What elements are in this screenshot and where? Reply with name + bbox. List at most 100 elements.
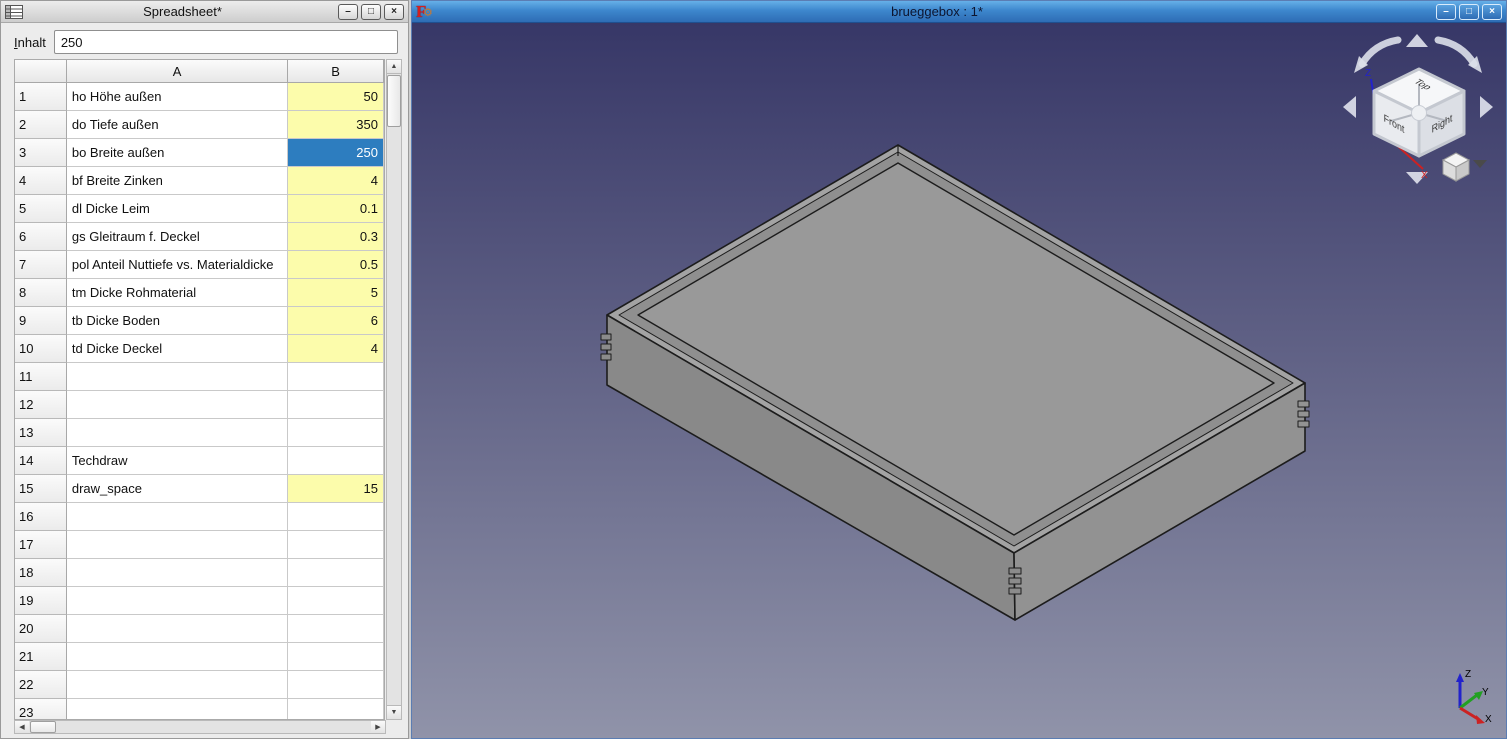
scroll-up-button[interactable]: ▲ — [387, 60, 401, 74]
row-header-9[interactable]: 9 — [15, 307, 67, 335]
row-header-5[interactable]: 5 — [15, 195, 67, 223]
cell-b22[interactable] — [288, 671, 384, 699]
row-header-12[interactable]: 12 — [15, 391, 67, 419]
cell-a15[interactable]: draw_space — [67, 475, 288, 503]
rotate-right-arrow[interactable] — [1438, 40, 1474, 64]
mini-cube-icon[interactable] — [1443, 153, 1469, 181]
row-header-3[interactable]: 3 — [15, 139, 67, 167]
view-maximize-button[interactable]: □ — [1459, 4, 1479, 20]
horizontal-scroll-thumb[interactable] — [30, 721, 56, 733]
cell-b21[interactable] — [288, 643, 384, 671]
close-button[interactable]: × — [384, 4, 404, 20]
cell-a11[interactable] — [67, 363, 288, 391]
view-minimize-button[interactable]: – — [1436, 4, 1456, 20]
cell-a2[interactable]: do Tiefe außen — [67, 111, 288, 139]
row-header-11[interactable]: 11 — [15, 363, 67, 391]
cell-a8[interactable]: tm Dicke Rohmaterial — [67, 279, 288, 307]
cell-b16[interactable] — [288, 503, 384, 531]
cell-b11[interactable] — [288, 363, 384, 391]
cell-b13[interactable] — [288, 419, 384, 447]
scroll-left-button[interactable]: ◀ — [15, 721, 29, 733]
cell-a22[interactable] — [67, 671, 288, 699]
row-header-2[interactable]: 2 — [15, 111, 67, 139]
cell-a14[interactable]: Techdraw — [67, 447, 288, 475]
cell-a13[interactable] — [67, 419, 288, 447]
navigation-cube[interactable]: Z X Top Front Right — [1336, 28, 1500, 194]
cell-b9[interactable]: 6 — [288, 307, 384, 335]
cell-a1[interactable]: ho Höhe außen — [67, 83, 288, 111]
cell-b2[interactable]: 350 — [288, 111, 384, 139]
nav-menu-dropdown-icon[interactable] — [1473, 160, 1487, 168]
cell-b6[interactable]: 0.3 — [288, 223, 384, 251]
row-header-21[interactable]: 21 — [15, 643, 67, 671]
cell-a16[interactable] — [67, 503, 288, 531]
cell-b19[interactable] — [288, 587, 384, 615]
cell-a20[interactable] — [67, 615, 288, 643]
nav-left-arrow[interactable] — [1343, 96, 1356, 118]
cell-b15[interactable]: 15 — [288, 475, 384, 503]
scroll-down-button[interactable]: ▼ — [387, 705, 401, 719]
cell-b17[interactable] — [288, 531, 384, 559]
row-header-23[interactable]: 23 — [15, 699, 67, 720]
row-header-4[interactable]: 4 — [15, 167, 67, 195]
row-header-10[interactable]: 10 — [15, 335, 67, 363]
cell-b18[interactable] — [288, 559, 384, 587]
cell-a5[interactable]: dl Dicke Leim — [67, 195, 288, 223]
row-header-19[interactable]: 19 — [15, 587, 67, 615]
cell-a10[interactable]: td Dicke Deckel — [67, 335, 288, 363]
row-header-22[interactable]: 22 — [15, 671, 67, 699]
row-header-15[interactable]: 15 — [15, 475, 67, 503]
cell-a19[interactable] — [67, 587, 288, 615]
row-header-14[interactable]: 14 — [15, 447, 67, 475]
maximize-button[interactable]: □ — [361, 4, 381, 20]
cell-b12[interactable] — [288, 391, 384, 419]
minimize-button[interactable]: – — [338, 4, 358, 20]
cell-a3[interactable]: bo Breite außen — [67, 139, 288, 167]
column-header-b[interactable]: B — [288, 60, 384, 83]
row-header-16[interactable]: 16 — [15, 503, 67, 531]
cell-a7[interactable]: pol Anteil Nuttiefe vs. Materialdicke — [67, 251, 288, 279]
corner-header[interactable] — [15, 60, 67, 83]
row-header-20[interactable]: 20 — [15, 615, 67, 643]
rotate-left-arrow[interactable] — [1362, 40, 1398, 64]
finger-joints-front-corner — [1009, 568, 1021, 594]
row-header-18[interactable]: 18 — [15, 559, 67, 587]
row-header-1[interactable]: 1 — [15, 83, 67, 111]
cell-b4[interactable]: 4 — [288, 167, 384, 195]
cell-b3[interactable]: 250 — [288, 139, 384, 167]
nav-up-arrow[interactable] — [1406, 34, 1428, 47]
cell-b5[interactable]: 0.1 — [288, 195, 384, 223]
column-header-a[interactable]: A — [67, 60, 288, 83]
cell-a21[interactable] — [67, 643, 288, 671]
3d-viewport[interactable]: Z X Top Front Right — [412, 23, 1506, 738]
vertical-scrollbar[interactable]: ▲ ▼ — [386, 59, 402, 720]
cell-b23[interactable] — [288, 699, 384, 720]
row-header-6[interactable]: 6 — [15, 223, 67, 251]
cell-a4[interactable]: bf Breite Zinken — [67, 167, 288, 195]
row-header-17[interactable]: 17 — [15, 531, 67, 559]
cell-a9[interactable]: tb Dicke Boden — [67, 307, 288, 335]
vertical-scroll-thumb[interactable] — [387, 75, 401, 127]
cell-a23[interactable] — [67, 699, 288, 720]
row-header-13[interactable]: 13 — [15, 419, 67, 447]
cell-b10[interactable]: 4 — [288, 335, 384, 363]
nav-cube-center-ball[interactable] — [1412, 106, 1427, 121]
cell-a18[interactable] — [67, 559, 288, 587]
horizontal-scrollbar[interactable]: ◀ ▶ — [14, 720, 386, 734]
cell-a12[interactable] — [67, 391, 288, 419]
cell-b20[interactable] — [288, 615, 384, 643]
cell-b7[interactable]: 0.5 — [288, 251, 384, 279]
row-header-8[interactable]: 8 — [15, 279, 67, 307]
spreadsheet-titlebar[interactable]: Spreadsheet* – □ × — [1, 1, 408, 23]
cell-a17[interactable] — [67, 531, 288, 559]
nav-right-arrow[interactable] — [1480, 96, 1493, 118]
cell-b1[interactable]: 50 — [288, 83, 384, 111]
cell-b8[interactable]: 5 — [288, 279, 384, 307]
3d-view-titlebar[interactable]: F ⚙ brueggebox : 1* – □ × — [412, 1, 1506, 23]
row-header-7[interactable]: 7 — [15, 251, 67, 279]
scroll-right-button[interactable]: ▶ — [371, 721, 385, 733]
view-close-button[interactable]: × — [1482, 4, 1502, 20]
cell-b14[interactable] — [288, 447, 384, 475]
content-input[interactable] — [54, 30, 398, 54]
cell-a6[interactable]: gs Gleitraum f. Deckel — [67, 223, 288, 251]
